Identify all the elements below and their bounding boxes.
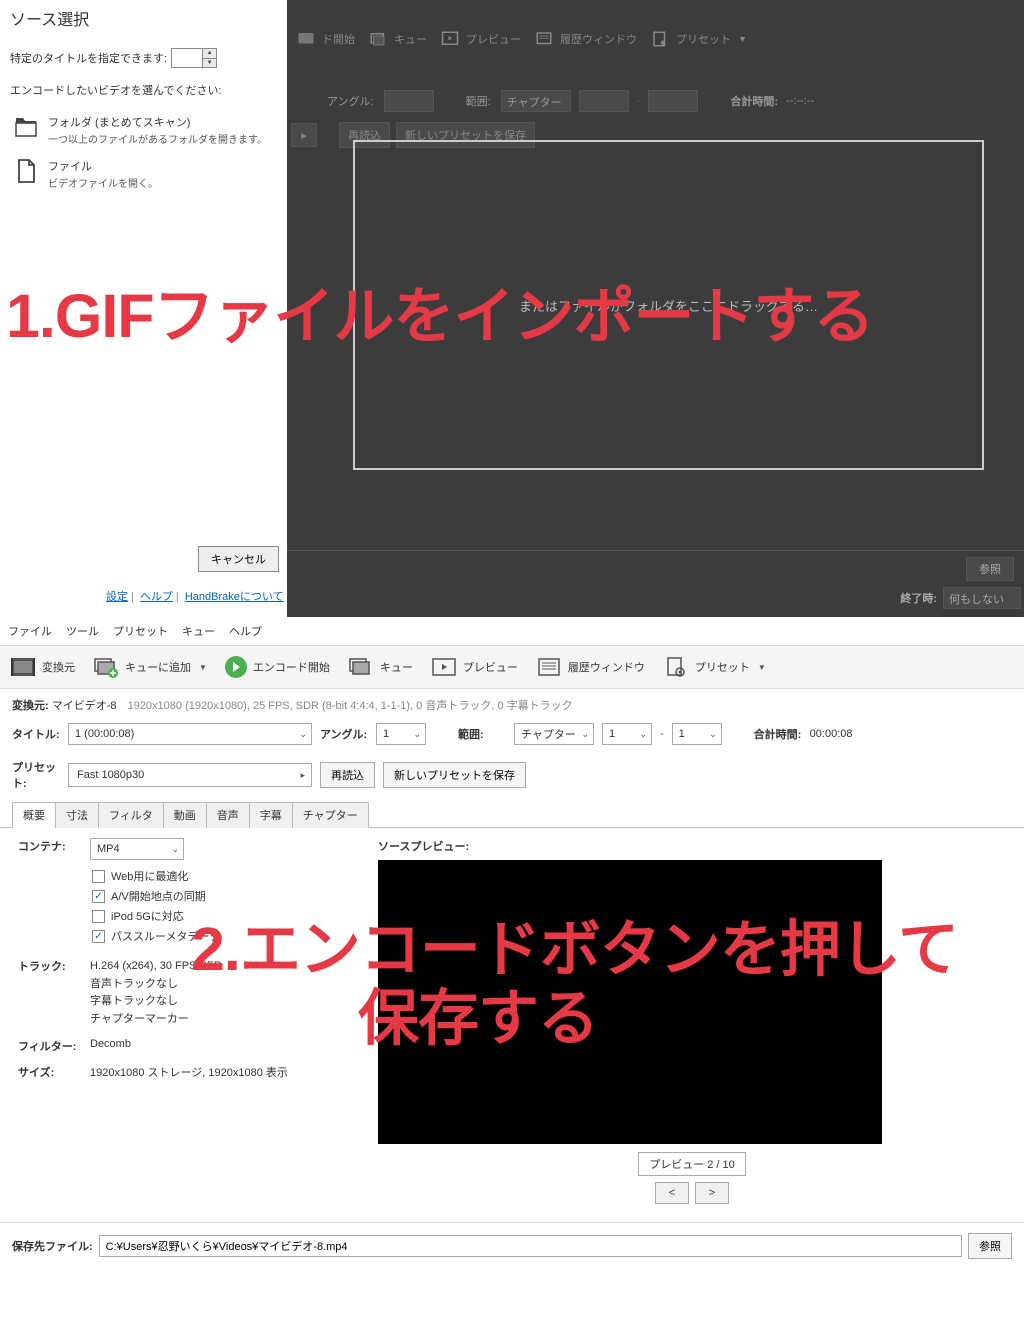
source-info-line: 変換元: マイビデオ-8 1920x1080 (1920x1080), 25 F… bbox=[0, 689, 1024, 715]
preview-page-indicator: プレビュー 2 / 10 bbox=[638, 1152, 746, 1176]
help-link[interactable]: ヘルプ bbox=[140, 591, 173, 603]
tab-summary[interactable]: 概要 bbox=[12, 802, 56, 828]
menu-queue[interactable]: キュー bbox=[182, 623, 215, 639]
encode-start-button[interactable]: エンコード開始 bbox=[221, 654, 334, 680]
preview-label: ソースプレビュー: bbox=[378, 838, 1006, 854]
title-row: タイトル: 1 (00:00:08)⌄ アングル: 1⌄ 範囲: チャプター⌄ … bbox=[0, 715, 1024, 753]
title-spinner[interactable]: ▲▼ bbox=[171, 48, 217, 68]
tabs: 概要 寸法 フィルタ 動画 音声 字幕 チャプター bbox=[0, 801, 1024, 828]
range-to-combo[interactable]: 1⌄ bbox=[672, 723, 722, 745]
preview-next-button[interactable]: > bbox=[695, 1182, 729, 1204]
specify-title-label: 特定のタイトルを指定できます: bbox=[10, 50, 167, 66]
open-folder-item[interactable]: フォルダ (まとめてスキャン) 一つ以上のファイルがあるフォルダを開きます。 bbox=[10, 108, 285, 152]
add-queue-button[interactable]: キューに追加▼ bbox=[89, 654, 211, 680]
top-panel: ド開始 キュー プレビュー 履歴ウィンドウ プリセット▼ アングル: 範囲: チ… bbox=[0, 0, 1024, 617]
metadata-check[interactable]: ✓パススルーメタデータ bbox=[90, 928, 348, 944]
preview-button[interactable]: プレビュー bbox=[427, 654, 522, 680]
dimmed-main-window: ド開始 キュー プレビュー 履歴ウィンドウ プリセット▼ アングル: 範囲: チ… bbox=[287, 0, 1024, 617]
tracks-info: H.264 (x264), 30 FPS PFR 音声トラックなし 字幕トラック… bbox=[90, 958, 348, 1028]
save-row: 保存先ファイル: 参照 bbox=[0, 1222, 1024, 1271]
film-icon bbox=[10, 656, 36, 678]
play-icon bbox=[225, 656, 247, 678]
size-value: 1920x1080 ストレージ, 1920x1080 表示 bbox=[90, 1064, 348, 1080]
menu-preset[interactable]: プリセット bbox=[113, 623, 168, 639]
preview-image bbox=[378, 860, 882, 1144]
dim-status: 終了時: 何もしない bbox=[900, 587, 1021, 609]
angle-combo[interactable]: 1⌄ bbox=[376, 723, 426, 745]
menu-help[interactable]: ヘルプ bbox=[229, 623, 262, 639]
menubar: ファイル ツール プリセット キュー ヘルプ bbox=[0, 617, 1024, 645]
main-toolbar: 変換元 キューに追加▼ エンコード開始 キュー プレビュー 履歴ウィンドウ プリ… bbox=[0, 645, 1024, 689]
av-sync-check[interactable]: ✓A/V開始地点の同期 bbox=[90, 888, 348, 904]
preset-row: プリセット: Fast 1080p30▸ 再読込 新しいプリセットを保存 bbox=[0, 753, 1024, 801]
preset-combo[interactable]: Fast 1080p30▸ bbox=[68, 763, 312, 787]
history-icon bbox=[536, 656, 562, 678]
open-file-item[interactable]: ファイル ビデオファイルを開く。 bbox=[10, 152, 285, 196]
spinner-up-icon: ▲ bbox=[202, 49, 216, 59]
range-type-combo[interactable]: チャプター⌄ bbox=[514, 723, 594, 745]
menu-file[interactable]: ファイル bbox=[8, 623, 52, 639]
file-icon bbox=[14, 158, 38, 184]
menu-tool[interactable]: ツール bbox=[66, 623, 99, 639]
footer-links: 設定| ヘルプ| HandBrakeについて bbox=[106, 588, 284, 604]
about-link[interactable]: HandBrakeについて bbox=[185, 591, 284, 603]
cancel-button[interactable]: キャンセル bbox=[198, 546, 279, 572]
main-window: ファイル ツール プリセット キュー ヘルプ 変換元 キューに追加▼ エンコード… bbox=[0, 617, 1024, 1271]
spinner-down-icon: ▼ bbox=[202, 59, 216, 68]
tab-filter[interactable]: フィルタ bbox=[98, 802, 164, 828]
tab-subtitle[interactable]: 字幕 bbox=[249, 802, 293, 828]
tab-dimensions[interactable]: 寸法 bbox=[55, 802, 99, 828]
preset-icon bbox=[663, 656, 689, 678]
history-button[interactable]: 履歴ウィンドウ bbox=[532, 654, 649, 680]
web-optimize-check[interactable]: Web用に最適化 bbox=[90, 868, 348, 884]
save-path-input[interactable] bbox=[99, 1235, 962, 1257]
settings-link[interactable]: 設定 bbox=[106, 591, 128, 603]
range-from-combo[interactable]: 1⌄ bbox=[602, 723, 652, 745]
dim-browse-button[interactable]: 参照 bbox=[966, 557, 1014, 581]
preset-button[interactable]: プリセット▼ bbox=[659, 654, 770, 680]
total-time-value: 00:00:08 bbox=[810, 728, 853, 740]
source-selection-panel: ソース選択 特定のタイトルを指定できます: ▲▼ エンコードしたいビデオを選んで… bbox=[10, 6, 285, 614]
drop-area[interactable]: またはファイルかフォルダをここにドラッグする… bbox=[353, 140, 984, 470]
panel-title: ソース選択 bbox=[10, 6, 285, 30]
instruction-text: エンコードしたいビデオを選んでください: bbox=[10, 82, 285, 98]
source-button[interactable]: 変換元 bbox=[6, 654, 79, 680]
preview-prev-button[interactable]: < bbox=[655, 1182, 689, 1204]
tab-audio[interactable]: 音声 bbox=[206, 802, 250, 828]
dim-toolbar: ド開始 キュー プレビュー 履歴ウィンドウ プリセット▼ bbox=[287, 0, 1024, 60]
queue-button[interactable]: キュー bbox=[344, 654, 417, 680]
tab-chapter[interactable]: チャプター bbox=[292, 802, 369, 828]
filter-value: Decomb bbox=[90, 1038, 348, 1050]
save-preset-button[interactable]: 新しいプリセットを保存 bbox=[383, 762, 526, 788]
ipod-check[interactable]: iPod 5Gに対応 bbox=[90, 908, 348, 924]
tab-video[interactable]: 動画 bbox=[163, 802, 207, 828]
reload-button[interactable]: 再読込 bbox=[320, 762, 375, 788]
summary-tab-body: コンテナ: MP4⌄ Web用に最適化 ✓A/V開始地点の同期 iPod 5Gに… bbox=[0, 828, 1024, 1214]
container-combo[interactable]: MP4⌄ bbox=[90, 838, 184, 860]
folder-icon bbox=[14, 114, 38, 140]
queue-add-icon bbox=[93, 656, 119, 678]
preview-icon bbox=[431, 656, 457, 678]
title-combo[interactable]: 1 (00:00:08)⌄ bbox=[68, 723, 312, 745]
queue-icon bbox=[348, 656, 374, 678]
browse-button[interactable]: 参照 bbox=[968, 1233, 1012, 1259]
